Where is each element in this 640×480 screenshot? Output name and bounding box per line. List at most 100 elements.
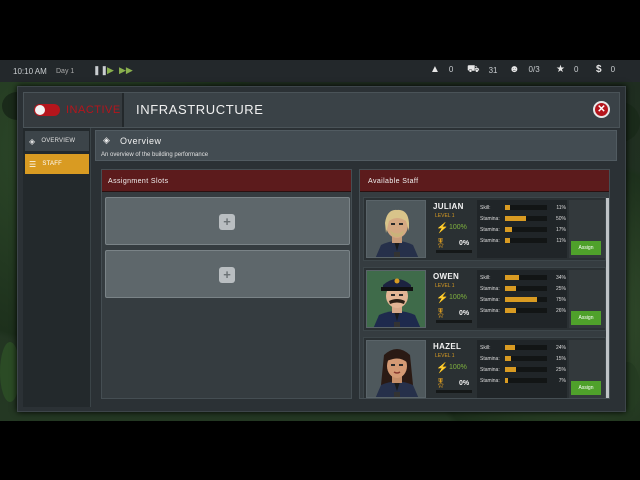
pause-icon[interactable]: ❚❚ bbox=[93, 66, 108, 75]
stat-row: Skill: 24% bbox=[480, 343, 566, 353]
stat-row: Stamina: 15% bbox=[480, 354, 566, 364]
officer-xp: 0% bbox=[459, 310, 470, 317]
xp-bar bbox=[436, 390, 472, 393]
clock-time: 10:10 AM bbox=[13, 66, 47, 76]
officer-portrait bbox=[366, 270, 426, 328]
panel-header: INACTIVE INFRASTRUCTURE ✕ bbox=[23, 92, 620, 128]
assignment-slots-heading: Assignment Slots bbox=[102, 170, 351, 192]
staff-icon: ☰ bbox=[29, 159, 37, 169]
stat-value: 7% bbox=[558, 378, 566, 384]
vehicles-count: 31 bbox=[488, 66, 498, 75]
warnings-stat[interactable]: ▲ 0 bbox=[430, 64, 453, 75]
stat-row: Skill: 34% bbox=[480, 273, 566, 283]
assignment-slots-panel: Assignment Slots + + bbox=[101, 169, 352, 399]
stat-label: Stamina: bbox=[480, 356, 500, 362]
xp-bar bbox=[436, 250, 472, 253]
officer-name: JULIAN bbox=[433, 202, 464, 211]
play-icon[interactable]: ▶ bbox=[107, 66, 116, 75]
overview-bar: ◈ Overview An overview of the building p… bbox=[95, 130, 617, 161]
assignment-slot[interactable]: + bbox=[105, 250, 350, 298]
sidebar-item-staff[interactable]: ☰ STAFF bbox=[25, 154, 89, 174]
stat-value: 75% bbox=[555, 297, 566, 303]
letterbox-top bbox=[0, 0, 640, 60]
stat-bar bbox=[505, 286, 547, 291]
money-value: 0 bbox=[610, 65, 616, 74]
stat-label: Skill: bbox=[480, 205, 491, 211]
stat-value: 26% bbox=[555, 308, 566, 314]
stat-value: 50% bbox=[555, 216, 566, 222]
stat-row: Skill: 11% bbox=[480, 203, 566, 213]
stat-value: 25% bbox=[555, 286, 566, 292]
stat-label: Stamina: bbox=[480, 308, 500, 314]
money-stat[interactable]: $ 0 bbox=[596, 64, 615, 75]
assign-button[interactable]: Assign bbox=[571, 381, 601, 395]
add-icon: + bbox=[219, 267, 235, 283]
stat-bar bbox=[505, 378, 547, 383]
rating-stat[interactable]: ★ 0 bbox=[556, 64, 578, 75]
stat-bar-fill bbox=[505, 378, 508, 383]
officer-energy: 100% bbox=[449, 364, 467, 371]
stat-bar-fill bbox=[505, 238, 510, 243]
staff-card: OWEN LEVEL 1 ⚡ 100% 🎖 0% Skill: 34% Stam… bbox=[363, 267, 606, 331]
assign-button[interactable]: Assign bbox=[571, 311, 601, 325]
stat-label: Skill: bbox=[480, 345, 491, 351]
stat-bar-fill bbox=[505, 345, 516, 350]
fast-forward-icon[interactable]: ▶▶ bbox=[119, 66, 133, 75]
stat-row: Stamina: 7% bbox=[480, 376, 566, 386]
stat-bar-fill bbox=[505, 297, 537, 302]
warnings-count: 0 bbox=[448, 65, 454, 74]
stat-row: Stamina: 25% bbox=[480, 365, 566, 375]
staff-list-scrollbar[interactable] bbox=[606, 198, 609, 398]
stat-bar bbox=[505, 275, 547, 280]
stat-label: Stamina: bbox=[480, 216, 500, 222]
stat-bar-fill bbox=[505, 286, 516, 291]
stat-bar bbox=[505, 205, 547, 210]
officer-level: LEVEL 1 bbox=[435, 213, 455, 219]
rating-value: 0 bbox=[573, 65, 579, 74]
officer-portrait bbox=[366, 340, 426, 398]
officer-xp: 0% bbox=[459, 380, 470, 387]
building-panel: INACTIVE INFRASTRUCTURE ✕ ◈ OVERVIEW ☰ S… bbox=[17, 86, 626, 412]
money-icon: $ bbox=[596, 64, 602, 75]
officer-level: LEVEL 1 bbox=[435, 353, 455, 359]
officers-icon: ☻ bbox=[509, 64, 520, 75]
stat-label: Stamina: bbox=[480, 378, 500, 384]
stat-bar bbox=[505, 238, 547, 243]
energy-icon: ⚡ bbox=[436, 293, 449, 304]
assign-button[interactable]: Assign bbox=[571, 241, 601, 255]
stat-bar bbox=[505, 227, 547, 232]
sidebar-item-overview[interactable]: ◈ OVERVIEW bbox=[25, 131, 89, 151]
energy-icon: ⚡ bbox=[436, 223, 449, 234]
stat-label: Stamina: bbox=[480, 367, 500, 373]
vehicles-stat[interactable]: ⛟ 31 bbox=[467, 64, 498, 77]
overview-title: Overview bbox=[120, 136, 162, 146]
panel-content: ◈ Overview An overview of the building p… bbox=[95, 128, 619, 407]
day-counter: Day 1 bbox=[56, 67, 75, 75]
stat-bar-fill bbox=[505, 356, 512, 361]
staff-card: HAZEL LEVEL 1 ⚡ 100% 🎖 0% Skill: 24% Sta… bbox=[363, 337, 606, 398]
assignment-slot[interactable]: + bbox=[105, 197, 350, 245]
toggle-knob bbox=[35, 105, 45, 115]
officer-portrait bbox=[366, 200, 426, 258]
toggle-switch[interactable] bbox=[34, 104, 60, 116]
layers-icon: ◈ bbox=[103, 135, 110, 145]
stat-bar bbox=[505, 308, 547, 313]
star-icon: ★ bbox=[556, 64, 565, 75]
panel-sidebar: ◈ OVERVIEW ☰ STAFF bbox=[23, 128, 91, 407]
stat-value: 25% bbox=[555, 367, 566, 373]
close-icon[interactable]: ✕ bbox=[593, 101, 610, 118]
stat-bar-fill bbox=[505, 216, 526, 221]
available-staff-heading: Available Staff bbox=[360, 170, 609, 192]
active-toggle[interactable]: INACTIVE bbox=[24, 93, 124, 127]
stat-row: Stamina: 75% bbox=[480, 295, 566, 305]
officers-stat[interactable]: ☻ 0/3 bbox=[509, 64, 540, 75]
stat-bar bbox=[505, 345, 547, 350]
sidebar-item-label: OVERVIEW bbox=[41, 138, 76, 144]
car-icon: ⛟ bbox=[467, 64, 480, 75]
staff-card: JULIAN LEVEL 1 ⚡ 100% 🎖 0% Skill: 11% St… bbox=[363, 197, 606, 261]
officer-energy: 100% bbox=[449, 224, 467, 231]
layers-icon: ◈ bbox=[29, 136, 36, 146]
stat-bar-fill bbox=[505, 227, 513, 232]
officer-stats: Skill: 11% Stamina: 50% Stamina: 17% Sta… bbox=[477, 200, 567, 258]
stat-bar-fill bbox=[505, 205, 510, 210]
